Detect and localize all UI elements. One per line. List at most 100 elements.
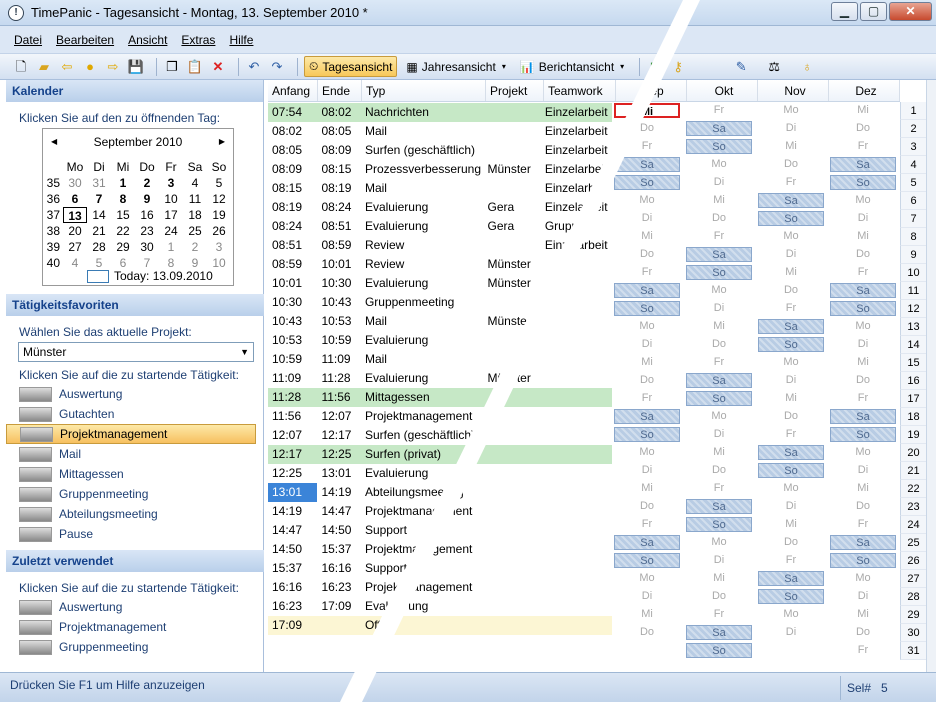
end-cell[interactable]: 08:05 xyxy=(317,122,361,141)
table-row[interactable]: 17:09 Offen xyxy=(268,616,612,635)
calendar-day[interactable]: 8 xyxy=(111,191,135,207)
type-cell[interactable]: Mail xyxy=(361,312,484,331)
teamwork-cell[interactable] xyxy=(541,350,612,369)
start-cell[interactable]: 10:43 xyxy=(268,312,317,331)
end-cell[interactable]: 10:30 xyxy=(317,274,361,293)
year-day-cell[interactable]: Sa xyxy=(686,373,752,388)
table-row[interactable]: 11:56 12:07 Projektmanagement xyxy=(268,407,612,426)
project-select[interactable]: Münster ▼ xyxy=(18,342,254,362)
year-day-cell[interactable]: Fr xyxy=(686,103,752,118)
project-cell[interactable] xyxy=(483,236,540,255)
project-cell[interactable]: Münster xyxy=(483,255,540,274)
teamwork-cell[interactable]: Einzelarbeit xyxy=(541,179,612,198)
jahresansicht-button[interactable]: ▦ Jahresansicht ▾ xyxy=(401,56,510,77)
table-row[interactable]: 15:37 16:16 Support xyxy=(268,559,612,578)
teamwork-cell[interactable]: Einzelarbeit xyxy=(541,236,612,255)
end-cell[interactable]: 14:50 xyxy=(317,521,361,540)
teamwork-cell[interactable] xyxy=(541,445,612,464)
year-day-cell[interactable]: Do xyxy=(830,121,896,136)
year-day-cell[interactable]: Fr xyxy=(686,229,752,244)
col-dez[interactable]: Dez xyxy=(829,80,900,101)
teamwork-cell[interactable] xyxy=(541,464,612,483)
year-day-cell[interactable]: Mo xyxy=(830,319,896,334)
end-cell[interactable]: 14:47 xyxy=(317,502,361,521)
teamwork-cell[interactable] xyxy=(541,255,612,274)
start-cell[interactable]: 08:59 xyxy=(268,255,317,274)
end-cell[interactable]: 12:17 xyxy=(317,426,361,445)
year-day-cell[interactable]: Mi xyxy=(758,265,824,280)
project-cell[interactable] xyxy=(483,293,540,312)
table-row[interactable]: 08:59 10:01 Review Münster xyxy=(268,255,612,274)
type-cell[interactable]: Evaluierung xyxy=(361,597,484,616)
year-day-cell[interactable]: Di xyxy=(614,337,680,352)
favorite-item[interactable]: Auswertung xyxy=(6,384,264,404)
project-cell[interactable] xyxy=(483,407,540,426)
year-day-cell[interactable]: Fr xyxy=(686,481,752,496)
project-cell[interactable]: Münster xyxy=(483,369,540,388)
type-cell[interactable]: Support xyxy=(361,559,484,578)
year-day-cell[interactable]: Fr xyxy=(830,139,896,154)
project-cell[interactable] xyxy=(483,616,540,635)
col-typ[interactable]: Typ xyxy=(362,80,486,101)
year-day-cell[interactable]: Di xyxy=(758,373,824,388)
project-cell[interactable] xyxy=(483,141,540,160)
teamwork-cell[interactable] xyxy=(541,369,612,388)
teamwork-cell[interactable] xyxy=(541,483,612,502)
favorite-item[interactable]: Mail xyxy=(6,444,264,464)
table-row[interactable]: 12:25 13:01 Evaluierung xyxy=(268,464,612,483)
end-cell[interactable]: 11:28 xyxy=(317,369,361,388)
year-day-cell[interactable]: Mo xyxy=(614,319,680,334)
year-day-cell[interactable]: So xyxy=(686,139,752,154)
year-day-cell[interactable]: Sa xyxy=(758,445,824,460)
year-day-cell[interactable]: Mi xyxy=(758,517,824,532)
key-icon[interactable]: ⚷ xyxy=(669,58,687,76)
dot-icon[interactable]: ● xyxy=(81,58,99,76)
menu-hilfe[interactable]: Hilfe xyxy=(229,33,253,47)
calendar-day[interactable]: 18 xyxy=(183,207,207,223)
calendar-day[interactable]: 17 xyxy=(159,207,183,223)
year-day-cell[interactable]: Fr xyxy=(830,517,896,532)
end-cell[interactable]: 08:02 xyxy=(317,103,361,122)
table-row[interactable]: 12:07 12:17 Surfen (geschäftlich) xyxy=(268,426,612,445)
year-day-cell[interactable]: Sa xyxy=(686,499,752,514)
year-day-cell[interactable]: Mi xyxy=(758,139,824,154)
col-okt[interactable]: Okt xyxy=(687,80,758,101)
year-day-cell[interactable]: Mo xyxy=(758,229,824,244)
end-cell[interactable]: 10:01 xyxy=(317,255,361,274)
year-day-cell[interactable]: Mo xyxy=(758,481,824,496)
year-day-cell[interactable]: So xyxy=(614,175,680,190)
favorite-item[interactable]: Pause xyxy=(6,524,264,544)
start-cell[interactable]: 14:50 xyxy=(268,540,317,559)
col-ende[interactable]: Ende xyxy=(318,80,362,101)
year-day-cell[interactable]: Sa xyxy=(758,319,824,334)
type-cell[interactable]: Mail xyxy=(361,122,484,141)
col-projekt[interactable]: Projekt xyxy=(486,80,544,101)
calendar-day[interactable]: 16 xyxy=(135,207,159,223)
calendar-day[interactable]: 19 xyxy=(207,207,231,223)
table-row[interactable]: 12:17 12:25 Surfen (privat) xyxy=(268,445,612,464)
calendar-today[interactable]: Today: 13.09.2010 xyxy=(87,269,213,283)
year-day-cell[interactable]: Do xyxy=(686,337,752,352)
end-cell[interactable]: 14:19 xyxy=(317,483,361,502)
year-day-cell[interactable]: So xyxy=(686,643,752,658)
table-row[interactable]: 14:47 14:50 Support xyxy=(268,521,612,540)
end-cell[interactable] xyxy=(317,616,361,635)
year-day-cell[interactable]: So xyxy=(758,589,824,604)
type-cell[interactable]: Projektmanagement xyxy=(361,540,484,559)
year-day-cell[interactable]: Di xyxy=(758,499,824,514)
year-day-cell[interactable]: Do xyxy=(758,283,824,298)
table-row[interactable]: 10:53 10:59 Evaluierung xyxy=(268,331,612,350)
teamwork-cell[interactable] xyxy=(541,312,612,331)
calendar-day[interactable]: 11 xyxy=(183,191,207,207)
calendar-day[interactable]: 30 xyxy=(63,175,87,191)
year-day-cell[interactable]: Do xyxy=(830,247,896,262)
calendar-day[interactable]: 13 xyxy=(63,207,87,223)
start-cell[interactable]: 07:54 xyxy=(268,103,317,122)
project-cell[interactable] xyxy=(483,559,540,578)
year-day-cell[interactable]: Sa xyxy=(686,121,752,136)
table-row[interactable]: 10:43 10:53 Mail Münster xyxy=(268,312,612,331)
type-cell[interactable]: Projektmanagement xyxy=(361,502,484,521)
year-day-cell[interactable]: Mi xyxy=(830,229,896,244)
year-day-cell[interactable]: Do xyxy=(686,211,752,226)
year-day-cell[interactable]: Di xyxy=(614,463,680,478)
